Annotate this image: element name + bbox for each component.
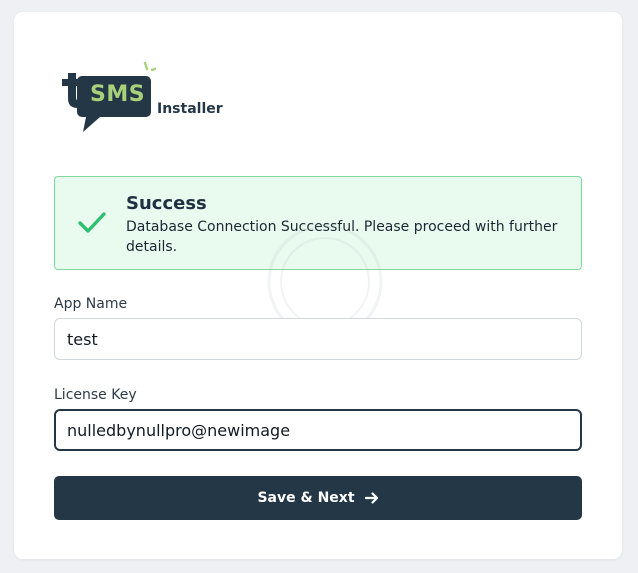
save-next-button[interactable]: Save & Next [54,476,582,520]
license-key-input[interactable] [54,409,582,451]
alert-title: Success [126,193,207,214]
tsms-logo: SMS Installer [56,60,236,140]
check-icon [78,212,106,233]
license-key-label: License Key [54,387,137,403]
logo-brand-text: SMS [90,82,146,107]
app-name-label: App Name [54,296,128,312]
logo-suffix-text: Installer [157,101,223,117]
arrow-right-icon [364,492,378,504]
app-name-input[interactable] [54,318,582,360]
installer-card: SMS Installer Success Database Connectio… [14,12,622,559]
save-next-label: Save & Next [257,490,355,506]
